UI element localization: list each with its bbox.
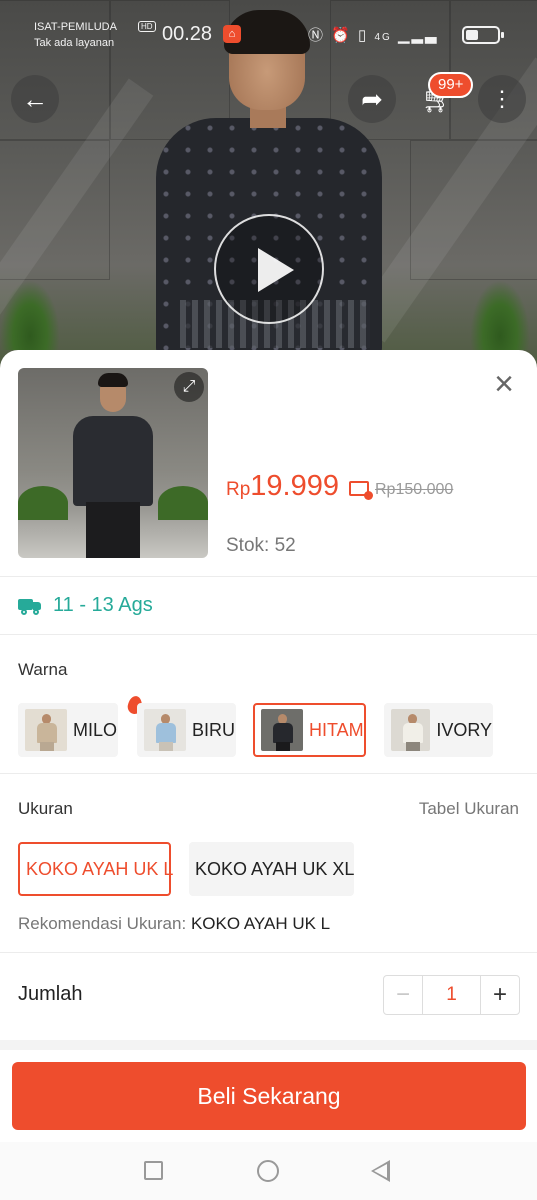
plant [18,486,68,520]
battery-icon [462,26,504,44]
back-arrow-icon[interactable]: ← [11,75,59,123]
variant-bottom-sheet: ⤢ × Rp19.999 Rp150.000 Stok: 52 11 - 13 … [0,350,537,1200]
size-option-xl[interactable]: KOKO AYAH UK XL [189,842,354,896]
quantity-stepper: − 1 + [383,975,520,1015]
back-icon[interactable] [371,1160,390,1182]
section-separator [0,1040,537,1050]
variant-thumbnail [144,709,186,751]
carrier-name: ISAT-PEMILUDA [34,21,117,33]
color-option-hitam[interactable]: HITAM [253,703,366,757]
product-price: Rp19.999 [226,470,339,503]
hd-badge: HD [138,21,156,32]
stock-text: Stok: 52 [226,535,296,556]
expand-icon[interactable]: ⤢ [174,372,204,402]
delivery-truck-icon [18,599,42,615]
voucher-icon [349,481,373,500]
color-option-milo[interactable]: MILO [18,703,118,757]
size-recommendation: Rekomendasi Ukuran: KOKO AYAH UK L [18,914,330,934]
model-pants [86,502,140,558]
home-icon[interactable] [257,1160,279,1182]
play-icon[interactable] [214,214,324,324]
recent-apps-icon[interactable] [144,1161,163,1180]
divider [0,634,537,635]
recommendation-value: KOKO AYAH UK L [190,914,331,933]
plant [0,280,60,350]
carrier-status: Tak ada layanan [34,37,115,49]
plant [470,280,530,350]
size-option-l[interactable]: KOKO AYAH UK L [18,842,173,896]
more-options-icon[interactable]: ⋮ [478,75,526,123]
divider [0,576,537,577]
status-icons: Ⓝ ⏰ ▯ 4G ▁▂▃ [308,27,439,44]
color-option-label: BIRU [191,719,235,740]
plant [158,486,208,520]
price-value: 19.999 [250,470,339,502]
variant-thumbnail [261,709,303,751]
color-option-biru[interactable]: BIRU [137,703,236,757]
shipping-date: 11 - 13 Ags [53,594,153,616]
color-option-label: IVORY [436,719,492,740]
color-option-label: MILO [72,719,117,740]
model-hair [98,373,128,387]
divider [0,952,537,953]
size-section-title: Ukuran [18,799,73,818]
color-section-title: Warna [18,660,68,679]
product-thumbnail[interactable]: ⤢ [18,368,208,558]
quantity-input[interactable]: 1 [422,976,481,1014]
size-table-link[interactable]: Tabel Ukuran [419,799,519,819]
variant-thumbnail [25,709,67,751]
recommendation-label: Rekomendasi Ukuran: [18,914,187,933]
divider [0,773,537,774]
quantity-label: Jumlah [18,983,83,1005]
color-option-label: HITAM [309,719,364,740]
clock: 00.28 [162,23,213,45]
shop-notification-icon: ⌂ [223,25,241,43]
close-icon[interactable]: × [488,367,520,401]
price-currency: Rp [226,479,251,500]
system-navigation-bar [0,1142,537,1200]
original-price: Rp150.000 [375,481,454,498]
color-option-ivory[interactable]: IVORY [384,703,493,757]
increase-button[interactable]: + [481,976,519,1014]
status-bar: ISAT-PEMILUDA Tak ada layanan HD 00.28 ⌂… [0,0,537,62]
network-type: 4G [374,32,392,43]
buy-now-button[interactable]: Beli Sekarang [12,1062,526,1130]
model-shirt [73,416,153,506]
cart-count-badge: 99+ [428,72,474,98]
decrease-button[interactable]: − [384,976,422,1014]
variant-thumbnail [391,709,431,751]
share-icon[interactable]: ➦ [348,75,396,123]
